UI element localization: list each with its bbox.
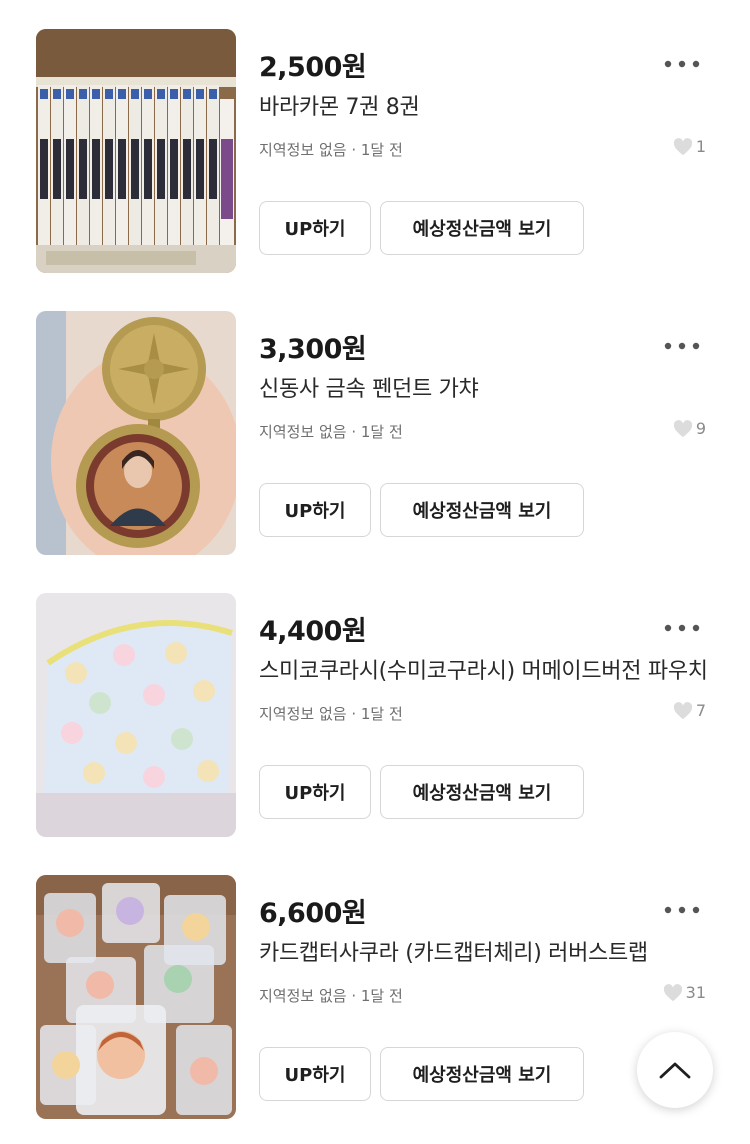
product-image[interactable] xyxy=(36,875,236,1119)
list-item[interactable]: 2,500원 바라카몬 7권 8권 지역정보 없음 · 1달 전 1 UP하기 … xyxy=(0,29,750,275)
like-count[interactable]: 1 xyxy=(673,137,706,156)
more-dots-icon xyxy=(664,624,700,632)
estimate-settlement-button[interactable]: 예상정산금액 보기 xyxy=(380,201,584,255)
heart-icon xyxy=(673,137,692,155)
up-button[interactable]: UP하기 xyxy=(259,1047,371,1101)
product-title[interactable]: 바라카몬 7권 8권 xyxy=(259,89,714,121)
price: 2,500원 xyxy=(259,52,367,83)
heart-icon xyxy=(673,419,692,437)
more-dots-icon xyxy=(664,342,700,350)
like-count[interactable]: 7 xyxy=(673,701,706,720)
product-image[interactable] xyxy=(36,311,236,555)
product-title[interactable]: 스미코쿠라시(수미코구라시) 머메이드버전 파우치 xyxy=(259,653,714,685)
like-count-value: 7 xyxy=(695,701,706,720)
chevron-up-icon xyxy=(659,1062,691,1079)
like-count-value: 31 xyxy=(685,983,706,1002)
product-title[interactable]: 카드캡터사쿠라 (카드캡터체리) 러버스트랩 xyxy=(259,935,714,967)
product-image[interactable] xyxy=(36,29,236,273)
up-button[interactable]: UP하기 xyxy=(259,765,371,819)
list-item[interactable]: 4,400원 스미코쿠라시(수미코구라시) 머메이드버전 파우치 지역정보 없음… xyxy=(0,593,750,839)
up-button[interactable]: UP하기 xyxy=(259,483,371,537)
list-item[interactable]: 6,600원 카드캡터사쿠라 (카드캡터체리) 러버스트랩 지역정보 없음 · … xyxy=(0,875,750,1121)
location-time: 지역정보 없음 · 1달 전 xyxy=(259,423,403,441)
more-options-button[interactable] xyxy=(662,333,702,359)
like-count-value: 9 xyxy=(695,419,706,438)
price: 6,600원 xyxy=(259,898,367,929)
location-time: 지역정보 없음 · 1달 전 xyxy=(259,705,403,723)
more-options-button[interactable] xyxy=(662,897,702,923)
like-count[interactable]: 9 xyxy=(673,419,706,438)
heart-icon xyxy=(673,701,692,719)
estimate-settlement-button[interactable]: 예상정산금액 보기 xyxy=(380,483,584,537)
price: 3,300원 xyxy=(259,334,367,365)
more-dots-icon xyxy=(664,906,700,914)
list-item[interactable]: 3,300원 신동사 금속 펜던트 가챠 지역정보 없음 · 1달 전 9 UP… xyxy=(0,311,750,557)
scroll-to-top-button[interactable] xyxy=(637,1032,713,1108)
like-count-value: 1 xyxy=(695,137,706,156)
more-options-button[interactable] xyxy=(662,615,702,641)
location-time: 지역정보 없음 · 1달 전 xyxy=(259,141,403,159)
like-count[interactable]: 31 xyxy=(663,983,706,1002)
location-time: 지역정보 없음 · 1달 전 xyxy=(259,987,403,1005)
heart-icon xyxy=(663,983,682,1001)
estimate-settlement-button[interactable]: 예상정산금액 보기 xyxy=(380,1047,584,1101)
estimate-settlement-button[interactable]: 예상정산금액 보기 xyxy=(380,765,584,819)
more-options-button[interactable] xyxy=(662,51,702,77)
product-title[interactable]: 신동사 금속 펜던트 가챠 xyxy=(259,371,714,403)
up-button[interactable]: UP하기 xyxy=(259,201,371,255)
product-image[interactable] xyxy=(36,593,236,837)
more-dots-icon xyxy=(664,60,700,68)
price: 4,400원 xyxy=(259,616,367,647)
